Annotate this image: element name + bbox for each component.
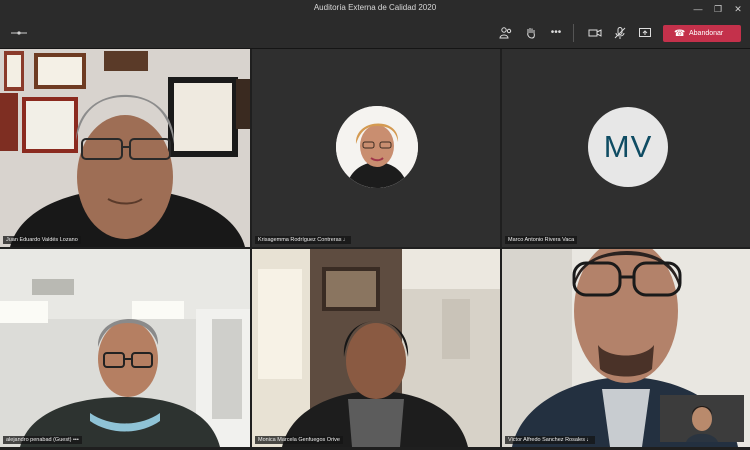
participant-name-text: Krisagemma Rodríguez Contreras (258, 237, 342, 243)
mic-muted-icon[interactable] (613, 26, 627, 40)
participant-avatar (336, 106, 418, 188)
video-tile[interactable]: Victor Alfredo Sanchez Rosales ♩ (502, 249, 750, 447)
participant-name-text: alejandro penabad (Guest) (6, 437, 72, 443)
video-tile[interactable]: alejandro penabad (Guest) ••• (0, 249, 250, 447)
drag-handle-icon[interactable] (10, 26, 28, 40)
raise-hand-icon[interactable] (524, 26, 538, 40)
toolbar-divider (573, 24, 574, 42)
participant-name: alejandro penabad (Guest) ••• (3, 436, 82, 444)
participant-video (252, 249, 500, 447)
restore-icon[interactable]: ❐ (711, 2, 725, 16)
more-options-icon[interactable]: ••• (73, 437, 79, 443)
share-screen-icon[interactable] (638, 26, 652, 40)
self-view-preview[interactable] (660, 395, 744, 442)
minimize-icon[interactable]: — (691, 2, 705, 16)
window-titlebar: Auditoría Externa de Calidad 2020 — ❐ ✕ (0, 0, 750, 18)
video-tile[interactable]: Juan Eduardo Valdés Lozano (0, 49, 250, 247)
participant-name: Marco Antonio Rivera Vaca (505, 236, 578, 244)
close-icon[interactable]: ✕ (731, 2, 745, 16)
leave-button[interactable]: ☎ Abandonar (663, 25, 741, 42)
video-tile[interactable]: MV Marco Antonio Rivera Vaca (502, 49, 750, 247)
participant-name-text: Victor Alfredo Sanchez Rosales (508, 437, 585, 443)
participant-name: Juan Eduardo Valdés Lozano (3, 236, 81, 244)
video-tile[interactable]: Krisagemma Rodríguez Contreras ♩ (252, 49, 500, 247)
mic-muted-icon: ♩ (586, 437, 592, 443)
camera-icon[interactable] (588, 26, 602, 40)
leave-button-label: Abandonar (689, 30, 724, 37)
more-actions-icon[interactable]: ••• (549, 26, 563, 40)
participant-name: Monica Marcela Genfuegos Orive (255, 436, 343, 444)
participant-video (0, 249, 250, 447)
mic-muted-icon: ♩ (342, 237, 349, 243)
participants-icon[interactable] (499, 26, 513, 40)
self-video (660, 395, 744, 442)
participant-video (0, 49, 250, 247)
participant-name: Victor Alfredo Sanchez Rosales ♩ (505, 436, 595, 444)
participant-initials-avatar: MV (588, 107, 668, 187)
meeting-toolbar: ••• ☎ Abandonar (0, 18, 750, 49)
phone-hangup-icon: ☎ (674, 28, 686, 38)
participant-name: Krisagemma Rodríguez Contreras ♩ (255, 236, 352, 244)
video-tile[interactable]: Monica Marcela Genfuegos Orive (252, 249, 500, 447)
window-title: Auditoría Externa de Calidad 2020 (313, 3, 437, 12)
